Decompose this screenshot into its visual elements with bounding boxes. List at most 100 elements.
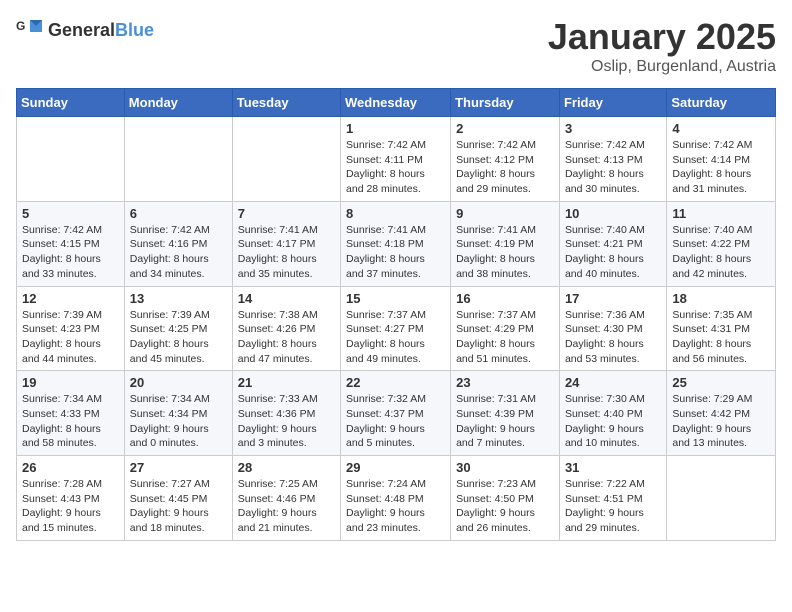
day-info: Sunrise: 7:25 AM Sunset: 4:46 PM Dayligh…: [238, 477, 335, 536]
calendar-cell: 21 Sunrise: 7:33 AM Sunset: 4:36 PM Dayli…: [232, 371, 340, 456]
day-number: 11: [672, 206, 770, 221]
calendar-cell: 6 Sunrise: 7:42 AM Sunset: 4:16 PM Daylig…: [124, 201, 232, 286]
weekday-header-saturday: Saturday: [667, 89, 776, 117]
day-number: 19: [22, 375, 119, 390]
calendar-table: SundayMondayTuesdayWednesdayThursdayFrid…: [16, 88, 776, 541]
day-info: Sunrise: 7:23 AM Sunset: 4:50 PM Dayligh…: [456, 477, 554, 536]
day-number: 1: [346, 121, 445, 136]
day-info: Sunrise: 7:39 AM Sunset: 4:25 PM Dayligh…: [130, 308, 227, 367]
calendar-cell: 17 Sunrise: 7:36 AM Sunset: 4:30 PM Dayli…: [559, 286, 666, 371]
calendar-cell: 14 Sunrise: 7:38 AM Sunset: 4:26 PM Dayli…: [232, 286, 340, 371]
calendar-cell: [17, 117, 125, 202]
day-number: 27: [130, 460, 227, 475]
calendar-cell: 13Sunrise: 7:39 AM Sunset: 4:25 PM Dayli…: [124, 286, 232, 371]
day-number: 12: [22, 291, 119, 306]
logo-text-general: General: [48, 20, 115, 41]
calendar-week-row: 1 Sunrise: 7:42 AM Sunset: 4:11 PM Daylig…: [17, 117, 776, 202]
day-number: 25: [672, 375, 770, 390]
day-info: Sunrise: 7:41 AM Sunset: 4:18 PM Dayligh…: [346, 223, 445, 282]
day-info: Sunrise: 7:37 AM Sunset: 4:29 PM Dayligh…: [456, 308, 554, 367]
calendar-week-row: 19 Sunrise: 7:34 AM Sunset: 4:33 PM Dayli…: [17, 371, 776, 456]
calendar-cell: 4 Sunrise: 7:42 AM Sunset: 4:14 PM Daylig…: [667, 117, 776, 202]
day-number: 29: [346, 460, 445, 475]
day-info: Sunrise: 7:42 AM Sunset: 4:16 PM Dayligh…: [130, 223, 227, 282]
svg-text:G: G: [16, 19, 25, 33]
day-number: 9: [456, 206, 554, 221]
day-number: 5: [22, 206, 119, 221]
day-info: Sunrise: 7:42 AM Sunset: 4:13 PM Dayligh…: [565, 138, 661, 197]
day-number: 3: [565, 121, 661, 136]
day-number: 23: [456, 375, 554, 390]
calendar-cell: [124, 117, 232, 202]
calendar-cell: 29 Sunrise: 7:24 AM Sunset: 4:48 PM Dayli…: [341, 456, 451, 541]
calendar-cell: 11 Sunrise: 7:40 AM Sunset: 4:22 PM Dayli…: [667, 201, 776, 286]
logo-icon: G: [16, 16, 44, 44]
day-info: Sunrise: 7:41 AM Sunset: 4:19 PM Dayligh…: [456, 223, 554, 282]
day-info: Sunrise: 7:24 AM Sunset: 4:48 PM Dayligh…: [346, 477, 445, 536]
calendar-cell: 8 Sunrise: 7:41 AM Sunset: 4:18 PM Daylig…: [341, 201, 451, 286]
day-info: Sunrise: 7:40 AM Sunset: 4:21 PM Dayligh…: [565, 223, 661, 282]
day-number: 31: [565, 460, 661, 475]
day-info: Sunrise: 7:42 AM Sunset: 4:14 PM Dayligh…: [672, 138, 770, 197]
day-info: Sunrise: 7:27 AM Sunset: 4:45 PM Dayligh…: [130, 477, 227, 536]
calendar-cell: 1 Sunrise: 7:42 AM Sunset: 4:11 PM Daylig…: [341, 117, 451, 202]
calendar-cell: 16Sunrise: 7:37 AM Sunset: 4:29 PM Dayli…: [451, 286, 560, 371]
day-info: Sunrise: 7:39 AM Sunset: 4:23 PM Dayligh…: [22, 308, 119, 367]
weekday-header-monday: Monday: [124, 89, 232, 117]
day-info: Sunrise: 7:32 AM Sunset: 4:37 PM Dayligh…: [346, 392, 445, 451]
day-info: Sunrise: 7:22 AM Sunset: 4:51 PM Dayligh…: [565, 477, 661, 536]
day-info: Sunrise: 7:40 AM Sunset: 4:22 PM Dayligh…: [672, 223, 770, 282]
day-info: Sunrise: 7:37 AM Sunset: 4:27 PM Dayligh…: [346, 308, 445, 367]
calendar-title: January 2025: [548, 16, 776, 58]
day-info: Sunrise: 7:34 AM Sunset: 4:33 PM Dayligh…: [22, 392, 119, 451]
day-info: Sunrise: 7:41 AM Sunset: 4:17 PM Dayligh…: [238, 223, 335, 282]
calendar-cell: 2 Sunrise: 7:42 AM Sunset: 4:12 PM Daylig…: [451, 117, 560, 202]
day-info: Sunrise: 7:30 AM Sunset: 4:40 PM Dayligh…: [565, 392, 661, 451]
day-number: 8: [346, 206, 445, 221]
calendar-subtitle: Oslip, Burgenland, Austria: [548, 58, 776, 76]
day-info: Sunrise: 7:42 AM Sunset: 4:15 PM Dayligh…: [22, 223, 119, 282]
day-info: Sunrise: 7:29 AM Sunset: 4:42 PM Dayligh…: [672, 392, 770, 451]
day-number: 30: [456, 460, 554, 475]
calendar-cell: 19 Sunrise: 7:34 AM Sunset: 4:33 PM Dayli…: [17, 371, 125, 456]
calendar-cell: 20 Sunrise: 7:34 AM Sunset: 4:34 PM Dayli…: [124, 371, 232, 456]
calendar-cell: 26Sunrise: 7:28 AM Sunset: 4:43 PM Dayli…: [17, 456, 125, 541]
weekday-header-thursday: Thursday: [451, 89, 560, 117]
weekday-header-sunday: Sunday: [17, 89, 125, 117]
day-number: 4: [672, 121, 770, 136]
day-number: 15: [346, 291, 445, 306]
day-info: Sunrise: 7:33 AM Sunset: 4:36 PM Dayligh…: [238, 392, 335, 451]
day-number: 21: [238, 375, 335, 390]
calendar-cell: 10Sunrise: 7:40 AM Sunset: 4:21 PM Dayli…: [559, 201, 666, 286]
day-number: 7: [238, 206, 335, 221]
day-number: 20: [130, 375, 227, 390]
day-number: 22: [346, 375, 445, 390]
day-info: Sunrise: 7:35 AM Sunset: 4:31 PM Dayligh…: [672, 308, 770, 367]
day-info: Sunrise: 7:42 AM Sunset: 4:11 PM Dayligh…: [346, 138, 445, 197]
calendar-cell: [667, 456, 776, 541]
calendar-cell: 15 Sunrise: 7:37 AM Sunset: 4:27 PM Dayli…: [341, 286, 451, 371]
calendar-cell: 5 Sunrise: 7:42 AM Sunset: 4:15 PM Daylig…: [17, 201, 125, 286]
day-number: 14: [238, 291, 335, 306]
logo-text-blue: Blue: [115, 20, 154, 41]
calendar-cell: 7 Sunrise: 7:41 AM Sunset: 4:17 PM Daylig…: [232, 201, 340, 286]
day-info: Sunrise: 7:38 AM Sunset: 4:26 PM Dayligh…: [238, 308, 335, 367]
day-number: 26: [22, 460, 119, 475]
calendar-week-row: 26Sunrise: 7:28 AM Sunset: 4:43 PM Dayli…: [17, 456, 776, 541]
day-info: Sunrise: 7:42 AM Sunset: 4:12 PM Dayligh…: [456, 138, 554, 197]
weekday-header-tuesday: Tuesday: [232, 89, 340, 117]
calendar-cell: 25 Sunrise: 7:29 AM Sunset: 4:42 PM Dayli…: [667, 371, 776, 456]
page-header: G General Blue January 2025 Oslip, Burge…: [16, 16, 776, 76]
calendar-cell: [232, 117, 340, 202]
day-number: 2: [456, 121, 554, 136]
calendar-cell: 24Sunrise: 7:30 AM Sunset: 4:40 PM Dayli…: [559, 371, 666, 456]
calendar-week-row: 5 Sunrise: 7:42 AM Sunset: 4:15 PM Daylig…: [17, 201, 776, 286]
day-info: Sunrise: 7:36 AM Sunset: 4:30 PM Dayligh…: [565, 308, 661, 367]
day-info: Sunrise: 7:34 AM Sunset: 4:34 PM Dayligh…: [130, 392, 227, 451]
calendar-cell: 28Sunrise: 7:25 AM Sunset: 4:46 PM Dayli…: [232, 456, 340, 541]
weekday-header-friday: Friday: [559, 89, 666, 117]
day-number: 17: [565, 291, 661, 306]
calendar-cell: 23Sunrise: 7:31 AM Sunset: 4:39 PM Dayli…: [451, 371, 560, 456]
day-number: 6: [130, 206, 227, 221]
calendar-cell: 3 Sunrise: 7:42 AM Sunset: 4:13 PM Daylig…: [559, 117, 666, 202]
